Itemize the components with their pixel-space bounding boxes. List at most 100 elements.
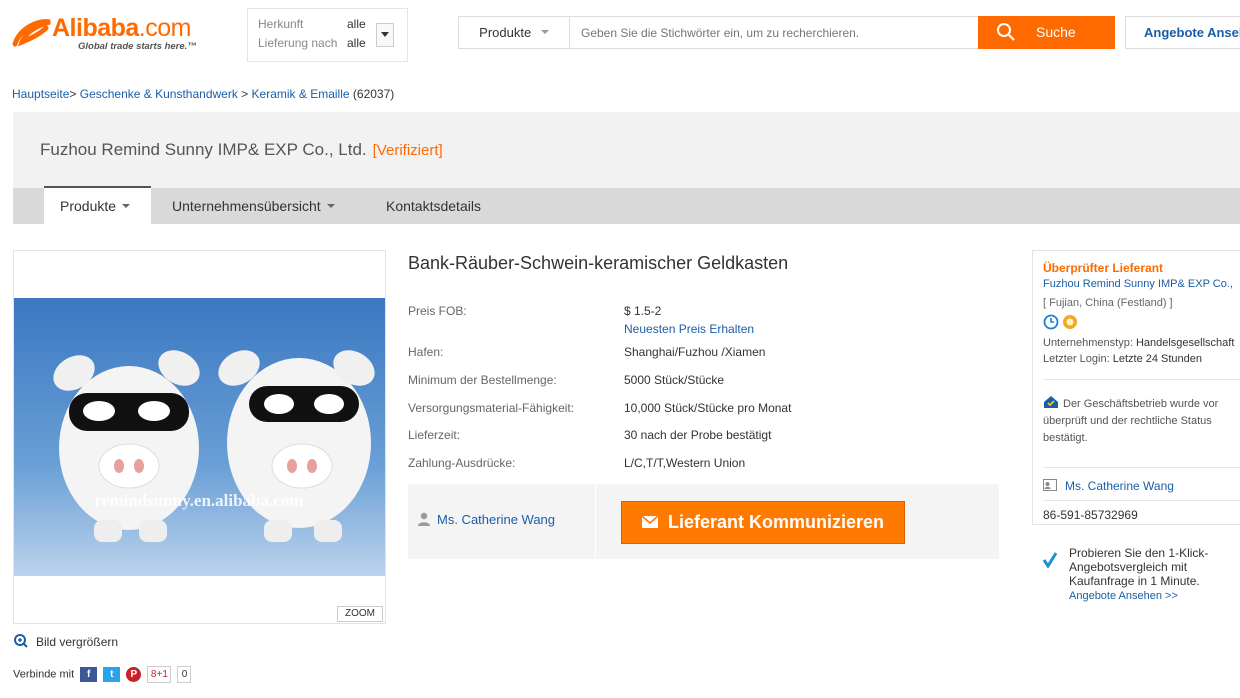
verify-line1: Der Geschäftsbetrieb wurde vor [1063,398,1219,410]
promo-line2: Angebotsvergleich mit [1069,560,1188,574]
verified-home-icon [1044,396,1058,408]
panel-divider [1043,500,1240,501]
zoom-in-icon [14,634,28,648]
company-name[interactable]: Fuzhou Remind Sunny IMP& EXP Co., Ltd. [40,140,367,159]
origin-value: alle [347,17,366,31]
promo-link[interactable]: Angebote Ansehen >> [1069,590,1178,602]
verify-line2: überprüft und der rechtliche Status [1043,415,1212,427]
price-label: Preis FOB: [408,304,467,318]
moq-label: Minimum der Bestellmenge: [408,373,557,387]
breadcrumb-gifts[interactable]: Geschenke & Kunsthandwerk [80,87,238,101]
social-share: Verbinde mit f t P 8+1 0 [13,666,192,683]
breadcrumb-sep: > [241,87,249,101]
breadcrumb: Hauptseite> Geschenke & Kunsthandwerk > … [12,87,394,101]
search-button-label: Suche [1036,24,1076,40]
promo-line1: Probieren Sie den 1-Klick- [1069,546,1209,560]
alibaba-swoosh-icon [12,19,51,47]
location-dropdown-toggle[interactable] [376,23,394,47]
contact-person-link[interactable]: Ms. Catherine Wang [417,512,555,527]
company-title: Fuzhou Remind Sunny IMP& EXP Co., Ltd. [V… [40,140,443,160]
share-count: 0 [177,666,192,683]
port-label: Hafen: [408,345,444,359]
zoom-button[interactable]: ZOOM [337,606,383,622]
last-login-value: Letzte 24 Stunden [1112,353,1203,365]
logo-suffix: .com [138,14,192,42]
search-icon [997,23,1015,41]
tab-company-overview[interactable]: Unternehmensübersicht [172,188,335,224]
share-label: Verbinde mit [13,668,75,681]
supplier-phone: 86-591-85732969 [1043,508,1138,522]
logo-tagline: Global trade starts here.™ [78,41,197,52]
twitter-icon[interactable]: t [103,667,121,682]
search-category-label: Produkte [479,25,532,40]
piggy-bank-illustration: remindsunny.en.alibaba.com [53,350,375,542]
breadcrumb-ceramics[interactable]: Keramik & Emaille [252,87,350,101]
facebook-icon[interactable]: f [80,667,98,682]
payment-label: Zahlung-Ausdrücke: [408,456,516,470]
breadcrumb-count: (62037) [352,87,395,101]
person-icon [418,512,430,526]
panel-contact-link[interactable]: Ms. Catherine Wang [1043,479,1174,493]
last-login-row: Letzter Login: Letzte 24 Stunden [1043,353,1202,365]
location-filter[interactable]: Herkunft alle Lieferung nach alle [247,8,408,62]
tab-products[interactable]: Produkte [44,186,151,224]
search-bar: Produkte Suche [458,16,1115,49]
lead-time-label: Lieferzeit: [408,428,461,442]
panel-divider [1043,379,1240,380]
port-value: Shanghai/Fuzhou /Xiamen [624,345,766,359]
google-plus-button[interactable]: 8+1 [147,666,172,683]
contact-card-icon [1043,479,1057,491]
tab-products-label: Produkte [60,198,117,214]
envelope-icon [641,515,659,528]
panel-contact-name: Ms. Catherine Wang [1065,479,1174,493]
verification-note: Der Geschäftsbetrieb wurde vor überprüft… [1043,395,1240,447]
payment-value: L/C,T/T,Western Union [624,456,746,470]
verified-supplier-title: Überprüfter Lieferant [1043,261,1164,275]
tab-overview-label: Unternehmensübersicht [172,198,321,214]
chevron-down-icon [122,204,131,212]
search-category-select[interactable]: Produkte [459,17,570,48]
company-type-row: Unternehmenstyp: Handelsgesellschaft [1043,337,1234,349]
breadcrumb-sep: > [69,87,77,101]
pinterest-icon[interactable]: P [126,667,142,682]
origin-label: Herkunft [258,17,304,31]
enlarge-label: Bild vergrößern [36,635,119,649]
watermark-text: remindsunny.en.alibaba.com [95,491,304,510]
tab-contact-details[interactable]: Kontaktsdetails [386,188,481,224]
product-photo[interactable]: remindsunny.en.alibaba.com [14,298,385,576]
promo-line3: Kaufanfrage in 1 Minute. [1069,574,1200,588]
chevron-down-icon [326,204,335,212]
verified-badge[interactable]: [Verifiziert] [373,142,443,159]
supplier-location: [ Fujian, China (Festland) ] [1043,297,1173,309]
checkmark-icon [1043,552,1057,568]
supply-value: 10,000 Stück/Stücke pro Monat [624,401,792,415]
delivery-label: Lieferung nach [258,36,338,50]
clock-icon[interactable] [1043,314,1059,330]
last-login-label: Letzter Login: [1043,353,1110,365]
moq-value: 5000 Stück/Stücke [624,373,725,387]
search-button[interactable]: Suche [978,16,1115,49]
enlarge-image-link[interactable]: Bild vergrößern [14,634,118,649]
contact-person-name: Ms. Catherine Wang [437,512,556,527]
chevron-down-icon [540,30,549,38]
quote-promo: Probieren Sie den 1-Klick- Angebotsvergl… [1043,546,1240,603]
delivery-value: alle [347,36,366,50]
gold-supplier-icon[interactable] [1062,314,1078,330]
product-title: Bank-Räuber-Schwein-keramischer Geldkast… [408,253,789,273]
lead-time-value: 30 nach der Probe bestätigt [624,428,772,442]
panel-divider [1043,467,1240,468]
tab-contact-label: Kontaktsdetails [386,198,481,214]
offers-button[interactable]: Angebote Ansehen [1125,16,1240,49]
alibaba-logo[interactable]: Alibaba.com Global trade starts here.™ [12,14,227,54]
company-type-label: Unternehmenstyp: [1043,337,1133,349]
supplier-company-link[interactable]: Fuzhou Remind Sunny IMP& EXP Co., [1043,278,1233,290]
breadcrumb-home[interactable]: Hauptseite [12,87,69,101]
verify-line3: bestätigt. [1043,432,1088,444]
contact-supplier-label: Lieferant Kommunizieren [667,512,885,532]
contact-supplier-button[interactable]: Lieferant Kommunizieren [621,501,905,544]
contact-bar-divider [595,484,596,559]
company-nav: Produkte Unternehmensübersicht Kontaktsd… [13,186,1240,224]
logo-brand: Alibaba [52,14,139,42]
latest-price-link[interactable]: Neuesten Preis Erhalten [624,322,754,336]
supply-label: Versorgungsmaterial-Fähigkeit: [408,401,575,415]
